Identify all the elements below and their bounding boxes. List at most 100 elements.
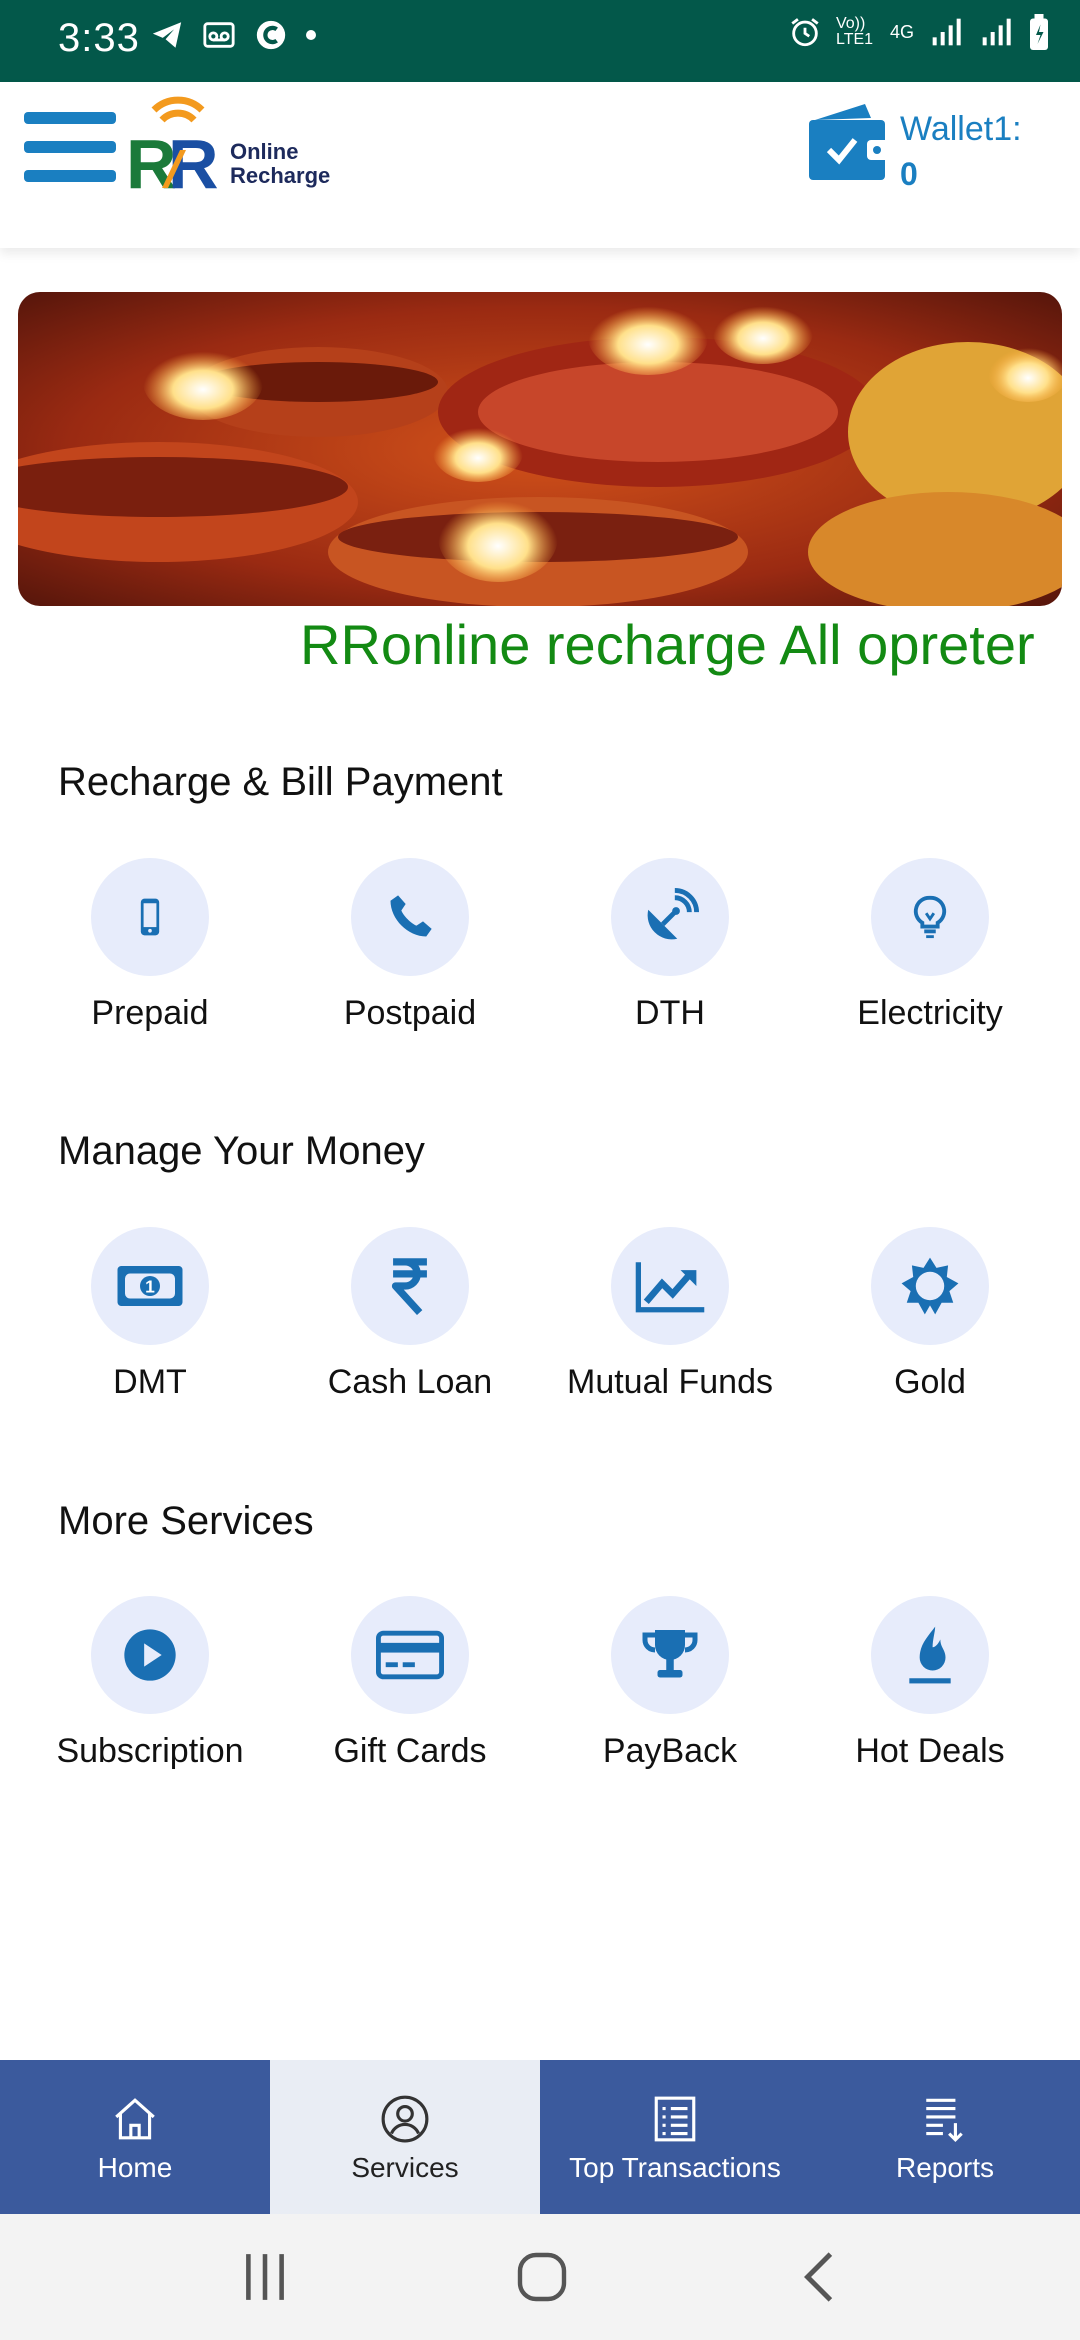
rr-logo-icon: R R: [126, 96, 219, 203]
service-icon-circle: [611, 1227, 729, 1345]
wallet-icon[interactable]: [805, 100, 891, 186]
section-title-recharge: Recharge & Bill Payment: [58, 760, 503, 804]
report-icon: [926, 2098, 963, 2143]
nav-home[interactable]: Home: [0, 2060, 270, 2214]
credit-card-icon: [376, 1630, 444, 1680]
wallet-balance: 0: [900, 156, 918, 192]
logo-line1: Online: [230, 139, 299, 164]
alarm-icon: [791, 18, 819, 47]
svg-text:1: 1: [145, 1276, 155, 1296]
service-icon-circle: [611, 1596, 729, 1714]
list-icon: [654, 2096, 696, 2142]
app-c-icon: [256, 20, 286, 50]
logo-line2: Recharge: [230, 163, 331, 188]
marquee-text: RRonline recharge All opreter: [300, 613, 1035, 676]
phone-icon: [390, 895, 432, 937]
menu-line: [24, 170, 116, 182]
status-right: Vo)) LTE1 4G: [788, 14, 1050, 50]
section-title-more: More Services: [58, 1499, 314, 1543]
chart-line-icon: [635, 1262, 705, 1313]
service-icon-circle: [351, 858, 469, 976]
home-icon: [115, 2098, 155, 2140]
nav-top-transactions[interactable]: Top Transactions: [540, 2060, 810, 2214]
nav-label: Reports: [895, 2152, 995, 2183]
rupee-icon: [391, 1258, 427, 1315]
status-bar: 3:33 Vo)) LTE1 4G: [0, 0, 1080, 82]
menu-line: [24, 141, 116, 153]
telegram-icon: [152, 22, 182, 48]
service-icon-circle: 1: [91, 1227, 209, 1345]
service-label: Gift Cards: [333, 1732, 487, 1770]
service-mutual-funds[interactable]: Mutual Funds: [540, 1227, 800, 1417]
play-circle-icon: [124, 1629, 176, 1681]
service-label: PayBack: [602, 1732, 738, 1770]
system-navigation-bar: [0, 2214, 1080, 2340]
voicemail-icon: [203, 22, 235, 48]
service-label: Subscription: [56, 1732, 244, 1770]
service-label: Prepaid: [91, 994, 209, 1032]
service-label: DMT: [113, 1363, 187, 1401]
service-dth[interactable]: DTH: [540, 858, 800, 1048]
service-electricity[interactable]: Electricity: [800, 858, 1060, 1048]
recharge-services-grid: Prepaid Postpaid DTH Electricity: [0, 858, 1080, 1048]
service-icon-circle: [351, 1596, 469, 1714]
app-logo: R R Online Recharge: [124, 96, 354, 206]
service-gold[interactable]: Gold: [800, 1227, 1060, 1417]
logo-text: Online Recharge: [230, 140, 330, 188]
service-icon-circle: [871, 858, 989, 976]
service-payback[interactable]: PayBack: [540, 1596, 800, 1786]
home-button-icon[interactable]: [516, 2250, 568, 2304]
diya-banner-image: [18, 292, 1062, 606]
nav-label: Services: [351, 2152, 459, 2183]
service-label: Cash Loan: [327, 1363, 493, 1401]
menu-button[interactable]: [24, 112, 116, 192]
sun-icon: [901, 1257, 959, 1315]
satellite-dish-icon: [647, 888, 699, 940]
service-label: Hot Deals: [855, 1732, 1005, 1770]
lightbulb-icon: [913, 895, 947, 939]
signal-icon-2: [982, 18, 1011, 46]
nav-label: Home: [97, 2152, 173, 2183]
network-type: 4G: [889, 21, 914, 42]
menu-line: [24, 112, 116, 124]
service-label: Electricity: [857, 994, 1003, 1032]
more-services-grid: Subscription Gift Cards PayBack Hot Deal…: [0, 1596, 1080, 1786]
notification-icons: [150, 18, 316, 52]
service-hot-deals[interactable]: Hot Deals: [800, 1596, 1060, 1786]
status-time: 3:33: [58, 16, 140, 60]
signal-icon: [932, 18, 961, 46]
service-postpaid[interactable]: Postpaid: [280, 858, 540, 1048]
nav-label: Top Transactions: [569, 2152, 781, 2183]
trophy-icon: [642, 1630, 698, 1678]
service-icon-circle: [351, 1227, 469, 1345]
flame-icon: [909, 1626, 951, 1684]
app-header: R R Online Recharge Wallet1: 0: [0, 82, 1080, 248]
service-label: Mutual Funds: [567, 1363, 773, 1401]
bottom-navigation: Home Services Top Transactions Reports: [0, 2060, 1080, 2214]
service-prepaid[interactable]: Prepaid: [20, 858, 280, 1048]
service-gift-cards[interactable]: Gift Cards: [280, 1596, 540, 1786]
section-title-money: Manage Your Money: [58, 1129, 425, 1173]
back-icon[interactable]: [800, 2250, 840, 2304]
money-services-grid: 1 DMT Cash Loan Mutual Funds Gold: [0, 1227, 1080, 1417]
service-label: Postpaid: [343, 994, 477, 1032]
promo-banner[interactable]: [18, 292, 1062, 606]
service-icon-circle: [871, 1596, 989, 1714]
service-cash-loan[interactable]: Cash Loan: [280, 1227, 540, 1417]
battery-icon: [1030, 14, 1048, 50]
mobile-icon: [140, 898, 160, 936]
service-label: Gold: [894, 1363, 966, 1401]
service-icon-circle: [871, 1227, 989, 1345]
money-bill-icon: 1: [117, 1266, 183, 1306]
service-label: DTH: [635, 994, 705, 1032]
service-subscription[interactable]: Subscription: [20, 1596, 280, 1786]
recents-icon[interactable]: [240, 2250, 290, 2304]
service-icon-circle: [91, 858, 209, 976]
nav-reports[interactable]: Reports: [810, 2060, 1080, 2214]
wallet-label[interactable]: Wallet1:: [900, 110, 1022, 149]
nav-services[interactable]: Services: [270, 2060, 540, 2214]
service-icon-circle: [611, 858, 729, 976]
more-dot-icon: [306, 30, 316, 40]
service-dmt[interactable]: 1 DMT: [20, 1227, 280, 1417]
user-circle-icon: [381, 2095, 429, 2143]
